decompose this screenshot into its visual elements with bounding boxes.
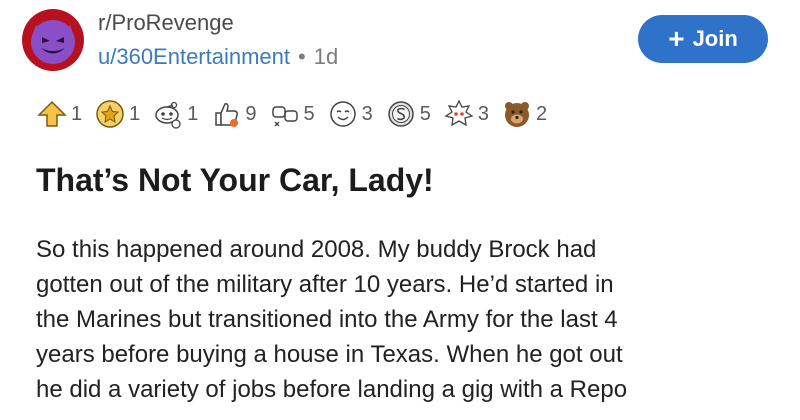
award-item[interactable]: 1 bbox=[152, 98, 198, 130]
award-item[interactable]: 1 bbox=[94, 98, 140, 130]
awards-row[interactable]: 1 1 1 9 5 3 5 3 2 bbox=[36, 94, 559, 134]
award-item[interactable]: 9 bbox=[210, 98, 257, 130]
award-count: 3 bbox=[361, 102, 373, 125]
subreddit-name[interactable]: r/ProRevenge bbox=[98, 10, 234, 36]
award-count: 5 bbox=[303, 102, 315, 125]
award-count: 9 bbox=[245, 102, 257, 125]
body-line: So this happened around 2008. My buddy B… bbox=[36, 236, 597, 263]
separator-dot: • bbox=[298, 44, 306, 69]
award-count: 2 bbox=[536, 102, 548, 125]
snoo-award-icon bbox=[155, 101, 181, 129]
helpful-snoo-icon bbox=[444, 99, 474, 127]
award-item[interactable]: 1 bbox=[36, 98, 82, 130]
join-label: Join bbox=[692, 26, 738, 51]
body-line: gotten out of the military after 10 year… bbox=[36, 271, 614, 298]
devil-face-icon bbox=[31, 20, 75, 64]
award-count: 1 bbox=[71, 102, 83, 125]
join-button[interactable]: + Join bbox=[638, 15, 768, 63]
author-username[interactable]: u/360Entertainment bbox=[98, 44, 290, 70]
silver-coin-icon bbox=[388, 101, 414, 127]
award-item[interactable]: 2 bbox=[501, 98, 547, 130]
body-line: the Marines but transitioned into the Ar… bbox=[36, 306, 618, 333]
award-item[interactable]: 5 bbox=[385, 98, 431, 130]
post-header: r/ProRevenge u/360Entertainment • 1d + J… bbox=[18, 6, 788, 76]
body-line: he did a variety of jobs before landing … bbox=[36, 376, 628, 403]
award-item[interactable]: 5 bbox=[269, 98, 315, 130]
award-count: 1 bbox=[129, 102, 141, 125]
wholesome-face-icon bbox=[329, 101, 356, 127]
plus-icon: + bbox=[668, 23, 685, 54]
post-body: So this happened around 2008. My buddy B… bbox=[36, 232, 786, 407]
bear-award-icon bbox=[505, 102, 529, 127]
gold-medal-icon bbox=[96, 100, 124, 128]
post-title[interactable]: That’s Not Your Car, Lady! bbox=[36, 162, 434, 199]
award-count: 1 bbox=[187, 102, 199, 125]
award-item[interactable]: 3 bbox=[327, 98, 373, 130]
award-count: 5 bbox=[419, 102, 431, 125]
body-line: years before buying a house in Texas. Wh… bbox=[36, 341, 623, 368]
post-age: 1d bbox=[313, 44, 339, 69]
award-item[interactable]: 3 bbox=[443, 98, 489, 130]
subreddit-avatar[interactable] bbox=[22, 9, 84, 71]
upvote-award-icon bbox=[37, 100, 67, 127]
fist-bump-icon bbox=[271, 106, 298, 127]
thumbs-up-award-icon bbox=[215, 103, 239, 127]
author-line: u/360Entertainment • 1d bbox=[98, 44, 338, 70]
award-count: 3 bbox=[477, 102, 489, 125]
